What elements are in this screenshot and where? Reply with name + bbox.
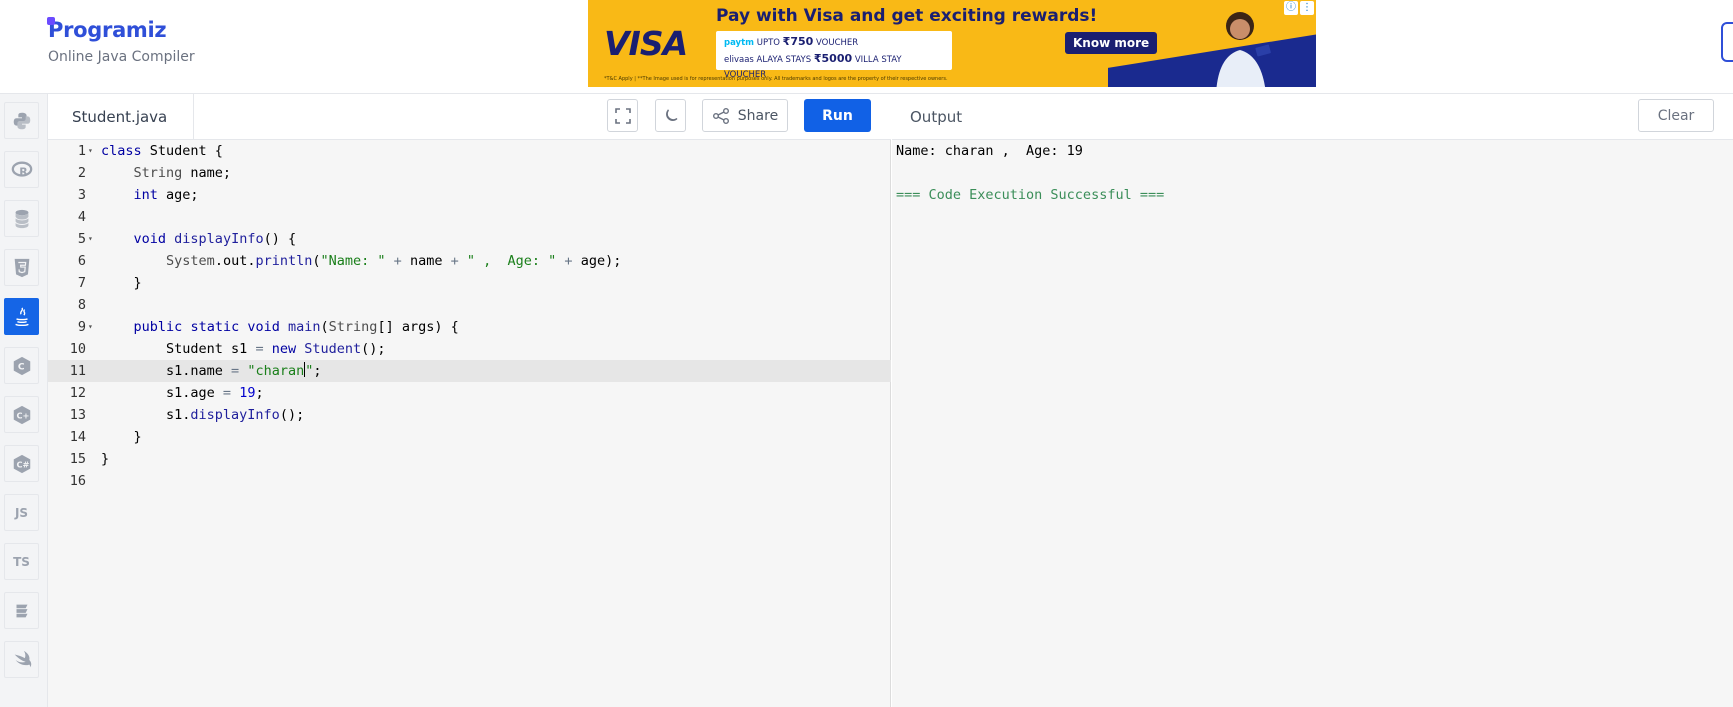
code-line: 1 ▾ class Student { xyxy=(77,143,223,159)
top-header: Programiz Online Java Compiler VISA Pay … xyxy=(0,0,1733,94)
page-subtitle: Online Java Compiler xyxy=(48,49,195,65)
code-line: 6 System.out.println("Name: " + name + "… xyxy=(77,253,622,269)
editor-toolbar: Student.java Share Run xyxy=(48,94,891,140)
run-button[interactable]: Run xyxy=(804,99,871,132)
language-sidebar: R C C+ C# JS TS xyxy=(0,94,48,707)
share-button[interactable]: Share xyxy=(702,99,788,132)
moon-icon xyxy=(665,109,677,121)
theme-toggle-button[interactable] xyxy=(655,99,686,132)
go-icon xyxy=(16,604,27,617)
sidebar-item-ts[interactable]: TS xyxy=(4,543,39,580)
logo-wordmark: Programiz xyxy=(46,17,167,42)
html5-icon xyxy=(14,258,29,277)
more-icon[interactable]: ⋮ xyxy=(1300,1,1314,15)
output-line: Name: charan , Age: 19 xyxy=(896,143,1083,159)
r-icon: R xyxy=(11,161,32,178)
visa-ad-banner[interactable]: VISA Pay with Visa and get exciting rewa… xyxy=(588,0,1316,87)
svg-text:C#: C# xyxy=(16,459,29,469)
csharp-icon: C# xyxy=(13,454,30,473)
code-line-active: 11 s1.name = "charan"; xyxy=(48,360,891,382)
sidebar-item-js[interactable]: JS xyxy=(4,494,39,531)
file-tab[interactable]: Student.java xyxy=(48,94,194,140)
ad-headline: Pay with Visa and get exciting rewards! xyxy=(716,6,1098,26)
code-editor[interactable]: 1 ▾ class Student { 2 String name; 3 int a… xyxy=(48,140,891,707)
code-line: 9 ▾ public static void main(String[] args… xyxy=(77,319,459,335)
code-line: 3 int age; xyxy=(77,187,199,203)
info-icon[interactable]: ⓘ xyxy=(1284,1,1298,15)
share-icon xyxy=(712,107,729,124)
swift-icon xyxy=(14,650,31,667)
code-line: 14 } xyxy=(69,429,142,445)
sidebar-item-sql[interactable] xyxy=(4,200,39,237)
c-icon: C xyxy=(13,356,30,375)
sidebar-item-cpp[interactable]: C+ xyxy=(4,396,39,433)
code-line: 2 String name; xyxy=(77,165,232,181)
text-cursor xyxy=(304,362,306,377)
sidebar-item-r[interactable]: R xyxy=(4,151,39,188)
ad-woman-image xyxy=(1216,12,1271,87)
output-console: Name: charan , Age: 19 === Code Executio… xyxy=(892,140,1733,707)
sidebar-item-csharp[interactable]: C# xyxy=(4,445,39,482)
code-line: 13 s1.displayInfo(); xyxy=(69,407,305,423)
svg-text:C+: C+ xyxy=(16,410,29,420)
code-line: 8 xyxy=(77,297,86,313)
ad-visa-logo: VISA xyxy=(604,24,688,63)
cpp-icon: C+ xyxy=(13,405,30,424)
code-line: 10 Student s1 = new Student(); xyxy=(69,341,386,357)
ts-label: TS xyxy=(13,554,30,569)
java-icon xyxy=(14,306,29,326)
sidebar-item-html[interactable] xyxy=(4,249,39,286)
header-login-button[interactable] xyxy=(1721,22,1733,62)
code-line: 7 } xyxy=(77,275,142,291)
ad-know-more-button[interactable]: Know more xyxy=(1065,32,1158,54)
code-line: 5 ▾ void displayInfo() { xyxy=(77,231,297,247)
code-line: 12 s1.age = 19; xyxy=(69,385,264,401)
code-line: 15} xyxy=(69,451,110,467)
sidebar-item-go[interactable] xyxy=(4,592,39,629)
python-icon xyxy=(13,112,30,129)
ad-voucher-box: paytm UPTO ₹750 VOUCHER elivaas ALAYA ST… xyxy=(716,31,952,80)
js-label: JS xyxy=(14,505,29,520)
svg-text:R: R xyxy=(19,165,28,178)
output-success-message: === Code Execution Successful === xyxy=(896,187,1165,203)
code-line: 4 xyxy=(77,209,86,225)
share-label: Share xyxy=(737,107,779,124)
database-icon xyxy=(14,209,29,228)
programiz-logo[interactable]: Programiz Online Java Compiler xyxy=(46,17,195,65)
sidebar-item-c[interactable]: C xyxy=(4,347,39,384)
output-toolbar: Output Clear xyxy=(892,94,1733,140)
sidebar-item-java[interactable] xyxy=(4,298,39,335)
clear-button[interactable]: Clear xyxy=(1638,99,1714,132)
fullscreen-button[interactable] xyxy=(607,99,638,132)
fullscreen-icon xyxy=(614,107,631,124)
output-title: Output xyxy=(910,108,963,126)
ad-fine-print: *T&C Apply | **The Image used is for rep… xyxy=(604,76,948,82)
code-line: 16 xyxy=(69,473,86,489)
svg-text:C: C xyxy=(17,361,24,372)
sidebar-item-swift[interactable] xyxy=(4,641,39,678)
sidebar-item-python[interactable] xyxy=(4,102,39,139)
